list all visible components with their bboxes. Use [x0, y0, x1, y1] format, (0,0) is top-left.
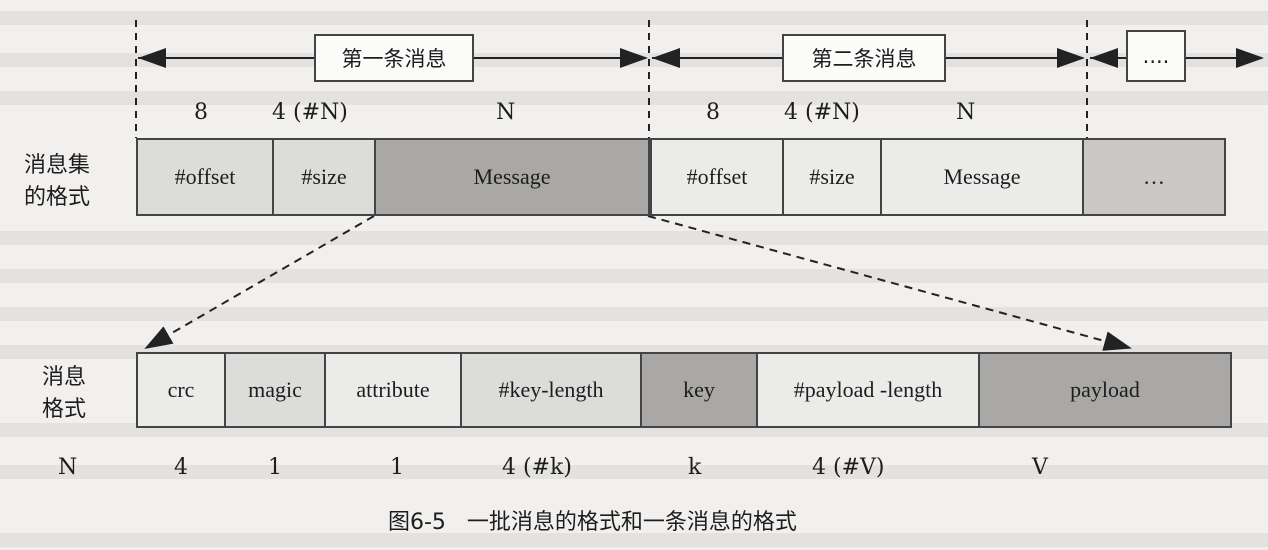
set-size-offset-1: 8 [194, 100, 208, 125]
message-format-row: crc magic attribute #key-length key #pay… [136, 352, 1232, 428]
msg-size-payload: V [1032, 455, 1048, 480]
more-messages-label: .... [1142, 44, 1170, 68]
set-size-size-1: 4 (#N) [272, 100, 348, 125]
expand-arrow-left [144, 215, 375, 350]
message-format-label-line-1: 消息 [42, 365, 87, 390]
set-size-message-1: N [496, 100, 516, 125]
message-set-label: 消息集 的格式 [24, 150, 90, 214]
set-cell-more: … [1084, 140, 1224, 214]
set-cell-message-2: Message [882, 140, 1084, 214]
msg-cell-key-length: #key-length [462, 354, 642, 426]
message-format-label-line-2: 格式 [42, 397, 87, 422]
message-set-label-line-1: 消息集 [24, 153, 91, 178]
msg-size-magic: 1 [268, 455, 282, 480]
msg-size-payload-length: 4 (#V) [812, 455, 885, 480]
msg-cell-payload: payload [980, 354, 1230, 426]
msg-size-key: k [688, 455, 702, 480]
connector-lines [135, 20, 1264, 351]
second-message-label: 第二条消息 [811, 47, 917, 71]
set-cell-offset-1: #offset [138, 140, 274, 214]
msg-size-crc: 4 [174, 455, 188, 480]
first-message-box: 第一条消息 [314, 34, 474, 82]
expand-arrow-right [647, 215, 1132, 351]
set-size-message-2: N [956, 100, 976, 125]
set-cell-size-1: #size [274, 140, 376, 214]
set-cell-size-2: #size [784, 140, 882, 214]
msg-cell-attribute: attribute [326, 354, 462, 426]
msg-cell-crc: crc [138, 354, 226, 426]
set-size-offset-2: 8 [706, 100, 720, 125]
set-size-size-2: 4 (#N) [784, 100, 860, 125]
msg-size-label: N [58, 455, 78, 480]
second-message-box: 第二条消息 [782, 34, 946, 82]
msg-size-key-length: 4 (#k) [502, 455, 572, 480]
message-set-label-line-2: 的格式 [24, 185, 91, 210]
first-message-label: 第一条消息 [341, 47, 447, 71]
set-cell-message-1: Message [376, 140, 650, 214]
msg-cell-magic: magic [226, 354, 326, 426]
more-messages-box: .... [1126, 30, 1186, 82]
msg-size-attribute: 1 [390, 455, 404, 480]
message-set-row: #offset #size Message #offset #size Mess… [136, 138, 1226, 216]
set-cell-offset-2: #offset [650, 140, 784, 214]
figure-caption: 图6-5 一批消息的格式和一条消息的格式 [388, 510, 797, 535]
msg-cell-key: key [642, 354, 758, 426]
msg-cell-payload-length: #payload -length [758, 354, 980, 426]
message-format-label: 消息 格式 [42, 362, 86, 426]
